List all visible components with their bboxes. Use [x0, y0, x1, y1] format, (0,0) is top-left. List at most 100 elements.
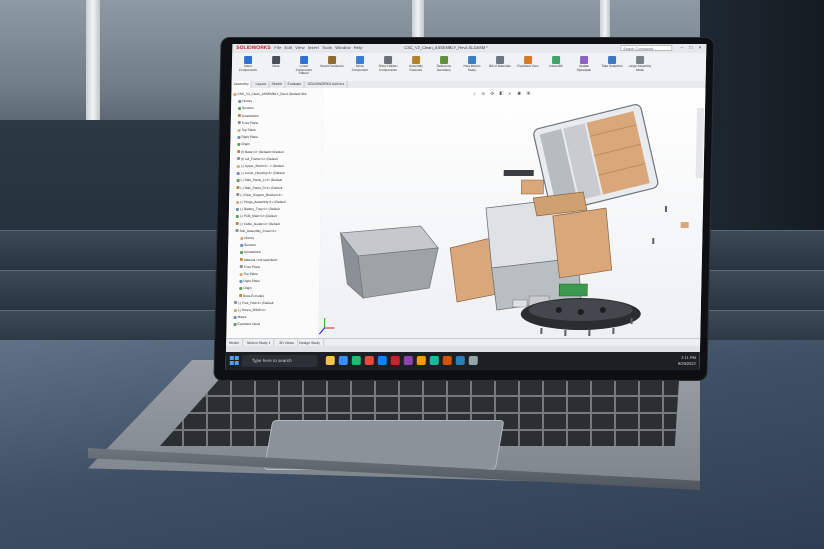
tree-item[interactable]: CSC_V2_Clean_ASSEMBLY_Rev4 (Default<Dis [233, 91, 306, 97]
minimize-icon[interactable]: – [678, 45, 685, 51]
tree-node-icon [233, 308, 237, 312]
tree-item[interactable]: (-) Rear_Support_Bracket<1> [236, 192, 282, 198]
tab-evaluate[interactable]: Evaluate [285, 81, 305, 88]
taskbar-app-icon[interactable] [325, 356, 335, 365]
ribbon-button-linear-component-pattern[interactable]: Linear Component Pattern [292, 56, 316, 79]
taskbar-app-icon[interactable] [403, 356, 413, 365]
tab-layout[interactable]: Layout [253, 81, 270, 88]
taskbar-app-icon[interactable] [468, 356, 478, 365]
tree-item[interactable]: (f) Base<1> (Default<<Default [237, 149, 284, 155]
ribbon-button-exploded-view[interactable]: Exploded View [516, 56, 540, 79]
ribbon-button-reference-geometry[interactable]: Reference Geometry [432, 56, 456, 79]
tree-item[interactable]: History [240, 235, 254, 241]
menu-item-insert[interactable]: Insert [308, 45, 319, 50]
taskbar-app-icon[interactable] [351, 356, 361, 365]
tree-item[interactable]: Sub_Assembly_Cover<1> [235, 228, 277, 234]
menu-item-window[interactable]: Window [335, 45, 351, 50]
tree-item-label: (-) Upper_Shell<1> -> (Default [240, 164, 284, 168]
menu-item-edit[interactable]: Edit [285, 45, 293, 50]
taskbar-app-icon[interactable] [338, 356, 348, 365]
ribbon-button-insert-components[interactable]: Insert Components [236, 56, 260, 79]
tree-node-icon [235, 222, 239, 226]
command-manager-ribbon: Insert Components Mate Linear Component Pa… [231, 53, 707, 82]
tree-item[interactable]: Top Plane [239, 271, 258, 277]
ribbon-button-mate[interactable]: Mate [264, 56, 288, 79]
taskbar-app-icon[interactable] [455, 356, 465, 365]
ribbon-button-label: New Motion Study [463, 64, 481, 72]
tab-sketch[interactable]: Sketch [269, 81, 286, 88]
tree-item-label: (f) Lid_Frame<1> (Default [240, 156, 278, 161]
tree-item-label: (-) Battery_Tray<1> (Default [239, 207, 280, 212]
ribbon-button-new-motion-study[interactable]: New Motion Study [460, 56, 484, 79]
ribbon-button-large-assembly-mode[interactable]: Large Assembly Mode [628, 56, 652, 79]
tree-item[interactable]: Annotations [237, 113, 259, 119]
taskbar-app-icon[interactable] [442, 356, 452, 365]
tree-item[interactable]: Origin [237, 141, 250, 147]
graphics-viewport[interactable]: ⌕ ⊕ ✥ ◧ ◐ ◉ ▣ [318, 88, 706, 338]
tree-node-icon [239, 258, 243, 262]
tree-item-label: Sensors [242, 106, 254, 111]
taskbar-app-icon[interactable] [364, 356, 374, 365]
tree-item[interactable]: (-) Side_Panel_R<1> (Default [236, 185, 282, 191]
tree-item[interactable]: Mates [233, 314, 247, 320]
tree-item[interactable]: (-) PCB_Main<1> (Default [235, 213, 277, 219]
search-commands-input[interactable]: Search Commands [620, 45, 673, 51]
taskbar-app-icon[interactable] [429, 356, 439, 365]
ribbon-button-label: Exploded View [517, 64, 539, 68]
tree-node-icon [239, 287, 243, 291]
app-logo[interactable]: SOLIDWORKS [236, 45, 271, 51]
tree-item[interactable]: Front Plane [237, 120, 259, 126]
menu-item-view[interactable]: View [295, 45, 305, 50]
tree-item[interactable]: Origin [239, 285, 252, 291]
ribbon-button-assembly-features[interactable]: Assembly Features [404, 56, 428, 79]
taskbar-app-icon[interactable] [416, 356, 426, 365]
tree-item-label: Right Plane [243, 279, 260, 284]
tab-assembly[interactable]: Assembly [231, 81, 252, 88]
tree-item[interactable]: Exploded Views [233, 321, 260, 327]
insert-components-icon [243, 56, 253, 64]
close-icon[interactable]: × [696, 45, 703, 51]
tree-item-label: (-) Cable_Guide<1> (Default [239, 221, 280, 226]
tree-item[interactable]: (-) Foot_Pad<1> (Default [233, 300, 274, 306]
ribbon-button-bill-of-materials[interactable]: Bill of Materials [488, 56, 512, 79]
tree-item[interactable]: (-) Upper_Shell<1> -> (Default [236, 163, 284, 169]
tree-item[interactable]: (f) Lid_Frame<1> (Default [236, 156, 278, 162]
maximize-icon[interactable]: □ [687, 45, 694, 51]
tree-item[interactable]: Annotations [240, 249, 261, 255]
system-tray-clock[interactable]: 2:11 PM 9/29/2022 [662, 355, 696, 366]
tree-item[interactable]: Sensors [240, 242, 256, 248]
ribbon-button-instant3d[interactable]: Instant3D [544, 56, 568, 79]
menu-bar[interactable]: File Edit View Insert Tools Window Help [274, 45, 365, 50]
menu-item-tools[interactable]: Tools [322, 45, 332, 50]
tree-item[interactable]: Front Plane [239, 264, 261, 270]
tree-item[interactable]: (-) Side_Panel_L<1> (Default [236, 177, 282, 183]
tree-item[interactable]: Right Plane [237, 134, 258, 140]
tree-node-icon [237, 121, 241, 125]
ribbon-button-take-snapshot[interactable]: Take Snapshot [600, 56, 624, 79]
menu-item-help[interactable]: Help [354, 45, 363, 50]
tree-item[interactable]: (-) Battery_Tray<1> (Default [235, 206, 280, 212]
tree-item[interactable]: (-) Lower_Housing<1> (Default [236, 170, 285, 176]
tree-item[interactable]: History [238, 98, 252, 104]
tree-item[interactable]: Material <not specified> [239, 257, 278, 263]
taskbar-app-icon[interactable] [390, 356, 400, 365]
ribbon-button-update-speedpak[interactable]: Update Speedpak [572, 56, 596, 79]
ribbon-button-label: Linear Component Pattern [295, 64, 313, 76]
ribbon-button-smart-fasteners[interactable]: Smart Fasteners [320, 56, 344, 79]
taskbar-search-box[interactable]: Type here to search [241, 355, 318, 367]
start-button[interactable] [229, 356, 239, 365]
tree-item[interactable]: (-) Screw_M3x8<1> [233, 307, 266, 313]
menu-item-file[interactable]: File [274, 45, 281, 50]
assembly-features-icon [411, 56, 421, 64]
tree-item[interactable]: (-) Cable_Guide<1> (Default [235, 221, 280, 227]
tree-item[interactable]: Sensors [238, 105, 254, 111]
tree-item[interactable]: Top Plane [237, 127, 256, 133]
tree-item[interactable]: (-) Hinge_Assembly<1> (Default [236, 199, 286, 205]
tree-item[interactable]: Right Plane [239, 278, 260, 284]
tab-solidworks-add-ins[interactable]: SOLIDWORKS Add-Ins [305, 81, 348, 88]
ribbon-button-show-hidden-components[interactable]: Show Hidden Components [376, 56, 400, 79]
photo-scene: SOLIDWORKS File Edit View Insert Tools Window… [0, 0, 824, 549]
taskbar-app-icon[interactable] [377, 356, 387, 365]
ribbon-button-move-component[interactable]: Move Component [348, 56, 372, 79]
tree-item[interactable]: Boss-Extrude1 [239, 293, 264, 299]
